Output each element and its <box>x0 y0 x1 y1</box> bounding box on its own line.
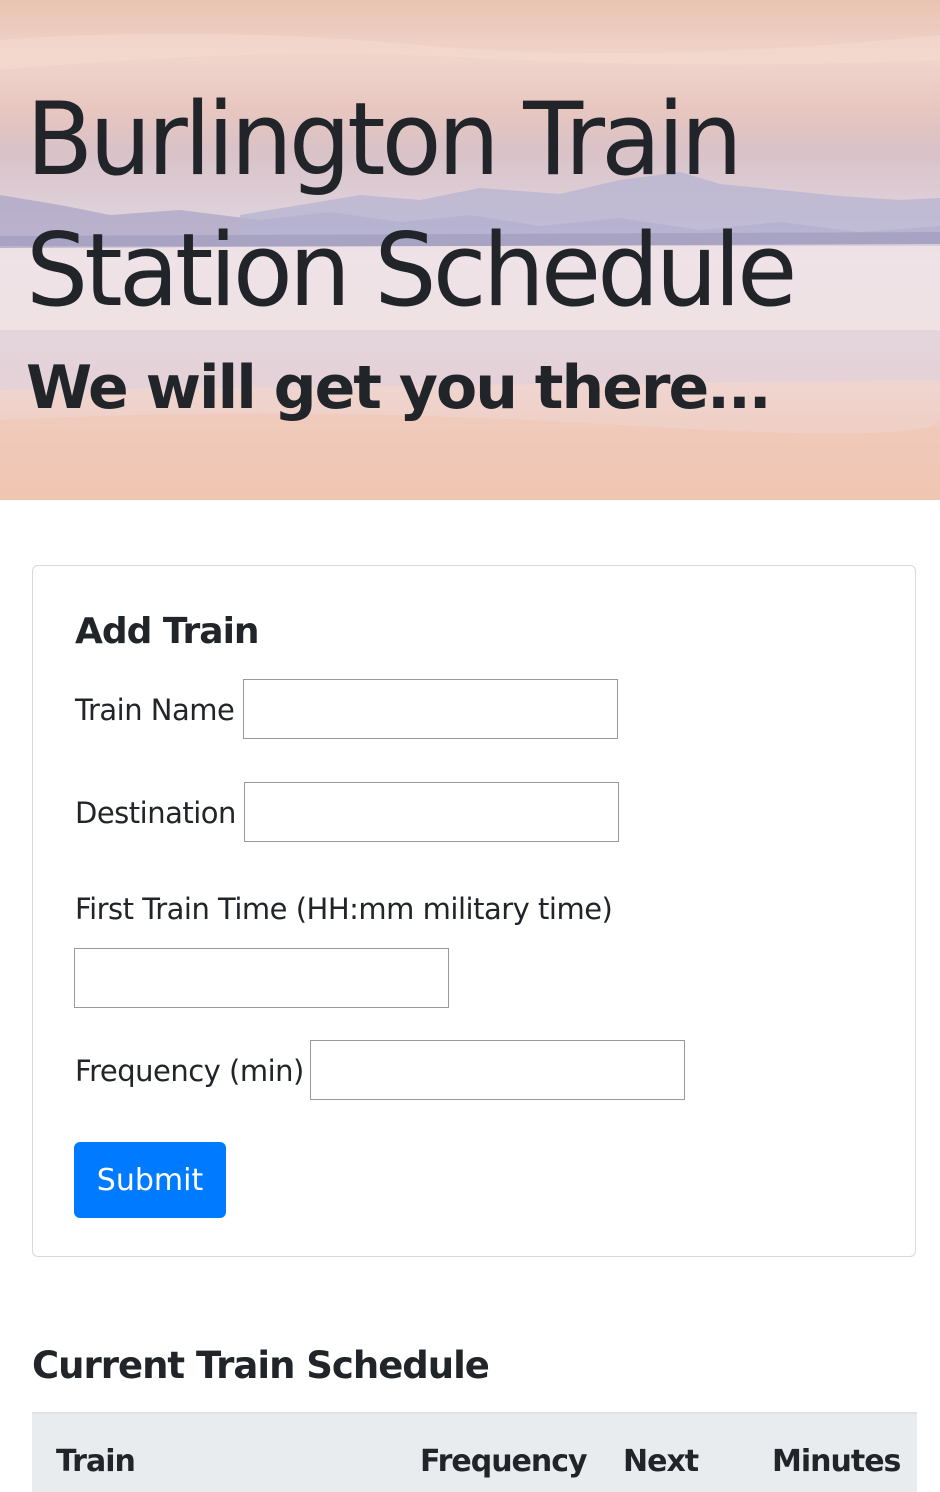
first-train-time-label: First Train Time (HH:mm military time) <box>75 892 613 926</box>
page-title: Burlington Train Station Schedule <box>26 80 797 329</box>
destination-label: Destination <box>75 796 236 830</box>
column-header-minutes: Minutes <box>772 1444 901 1479</box>
column-header-frequency: Frequency <box>420 1444 588 1479</box>
destination-input[interactable] <box>244 782 619 842</box>
schedule-heading: Current Train Schedule <box>32 1344 490 1387</box>
add-train-heading: Add Train <box>75 611 260 652</box>
train-name-input[interactable] <box>243 679 618 739</box>
add-train-card: Add Train Train Name Destination First T… <box>32 565 916 1257</box>
frequency-label: Frequency (min) <box>75 1054 304 1088</box>
hero-banner: Burlington Train Station Schedule We wil… <box>0 0 940 500</box>
schedule-table-header: Train Frequency Next Minutes <box>32 1412 917 1492</box>
first-train-time-input[interactable] <box>74 948 449 1008</box>
page-subtitle: We will get you there... <box>26 353 772 423</box>
train-name-label: Train Name <box>75 693 235 727</box>
column-header-train: Train <box>56 1444 136 1479</box>
column-header-next: Next <box>623 1444 699 1479</box>
frequency-input[interactable] <box>310 1040 685 1100</box>
submit-button[interactable]: Submit <box>74 1142 226 1218</box>
